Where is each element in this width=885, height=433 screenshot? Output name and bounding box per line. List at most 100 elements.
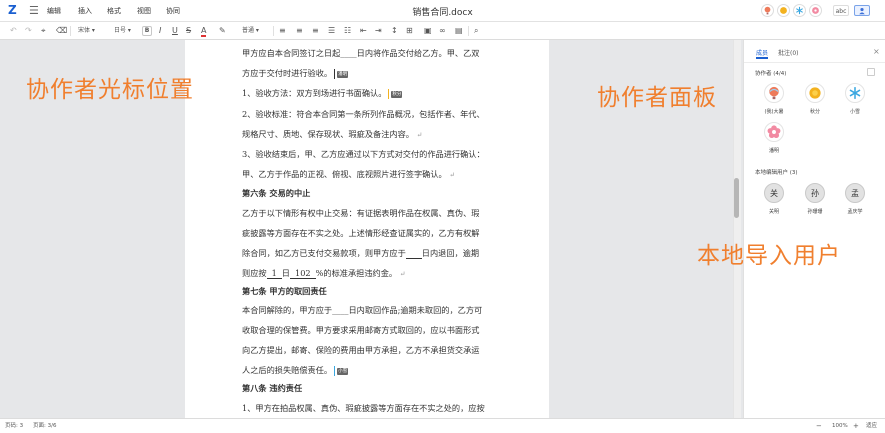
user-icon bbox=[859, 7, 865, 15]
avatar-snowflake[interactable] bbox=[793, 4, 806, 17]
tab-comments[interactable]: 批注(0) bbox=[778, 48, 799, 57]
doc-line: 除合同，如乙方已支付交易款项，则甲方应于 日内退回，逾期 bbox=[242, 247, 479, 259]
doc-line: 1、甲方在拍品权属、真伪、瑕疵披露等方面存在不实之处的，应按 bbox=[242, 402, 485, 414]
toolbar-divider bbox=[70, 26, 71, 36]
paragraph-mark-icon: ↵ bbox=[416, 131, 423, 139]
toolbar-divider bbox=[273, 26, 274, 36]
annotation-local-import-users: 本地导入用户 bbox=[697, 243, 841, 269]
avatar-flower[interactable] bbox=[809, 4, 822, 17]
doc-text: 第七条 甲方的取回责任 bbox=[242, 286, 327, 296]
doc-text: 则应按 bbox=[242, 268, 267, 278]
doc-line: 乙方于以下情形有权中止交易：有证据表明作品在权属、真伪、瑕 bbox=[242, 207, 479, 219]
doc-text: 甲、乙方于作品的正视、俯视、底视照片进行签字确认。 bbox=[242, 169, 447, 179]
font-size-select[interactable]: 日号 ▾ bbox=[114, 26, 131, 36]
local-user-avatar[interactable]: 孙 bbox=[805, 183, 825, 203]
undo-icon[interactable]: ↶ bbox=[10, 25, 17, 37]
collaborator-name: 小雪 bbox=[849, 109, 860, 115]
font-color-icon[interactable]: A bbox=[201, 25, 207, 37]
indent-increase-icon[interactable]: ⇥ bbox=[375, 25, 382, 37]
collaborator-cursor bbox=[334, 366, 336, 376]
user-icon-button[interactable] bbox=[854, 5, 870, 16]
doc-text: 本合同解除的，甲方应于____日内取回作品;逾期未取回的，乙方可 bbox=[242, 305, 483, 315]
doc-text: 人之后的损失赔偿责任。 bbox=[242, 365, 333, 375]
comment-icon[interactable]: ▤ bbox=[455, 25, 463, 37]
menu-edit[interactable]: 编辑 bbox=[47, 6, 61, 16]
doc-line: 甲方应自本合同签订之日起____日内将作品交付给乙方。甲、乙双 bbox=[242, 47, 479, 59]
numbered-list-icon[interactable]: ☷ bbox=[344, 25, 351, 37]
hamburger-menu-icon[interactable]: ☰ bbox=[29, 4, 39, 17]
paragraph-style-value: 普通 bbox=[242, 27, 255, 34]
section-heading: 第八条 违约责任 bbox=[242, 382, 302, 394]
zoom-in-icon[interactable]: + bbox=[853, 422, 859, 430]
doc-line: 本合同解除的，甲方应于____日内取回作品;逾期未取回的，乙方可 bbox=[242, 304, 482, 316]
menu-insert[interactable]: 插入 bbox=[78, 6, 92, 16]
vertical-scrollbar[interactable] bbox=[733, 40, 741, 418]
collaborator-name: (我)大暑 bbox=[764, 109, 784, 115]
collaborator-avatar[interactable] bbox=[805, 83, 825, 103]
image-icon[interactable]: ▣ bbox=[424, 25, 432, 37]
menu-view[interactable]: 视图 bbox=[137, 6, 151, 16]
local-user-avatar[interactable]: 孟 bbox=[845, 183, 865, 203]
collaborator-avatar[interactable] bbox=[764, 83, 784, 103]
align-left-icon[interactable]: ≡ bbox=[279, 25, 286, 37]
collaborator-name: 潘明 bbox=[768, 148, 779, 154]
doc-text: 收取合理的保管费。甲方要求采用邮寄方式取回的，应以书面形式 bbox=[242, 325, 480, 335]
font-family-select[interactable]: 宋体 ▾ bbox=[78, 26, 95, 36]
local-user-name: 关明 bbox=[768, 209, 779, 215]
bullet-list-icon[interactable]: ☰ bbox=[328, 25, 335, 37]
line-spacing-icon[interactable]: ↕ bbox=[391, 25, 398, 37]
underline-button[interactable]: U bbox=[172, 25, 178, 37]
redo-icon[interactable]: ↷ bbox=[25, 25, 32, 37]
menu-format[interactable]: 格式 bbox=[107, 6, 121, 16]
document-page[interactable]: 甲方应自本合同签订之日起____日内将作品交付给乙方。甲、乙双 方应于交付时进行… bbox=[185, 40, 549, 418]
align-justify-icon[interactable]: ≡ bbox=[312, 25, 319, 37]
link-icon[interactable]: ∞ bbox=[439, 25, 446, 37]
doc-text: %的标准承担违约金。 bbox=[315, 268, 398, 278]
close-icon[interactable]: × bbox=[873, 47, 880, 56]
collaborators-heading: 协作者 (4/4) bbox=[755, 71, 787, 77]
doc-text: 日 bbox=[281, 268, 290, 278]
format-painter-icon[interactable]: ⌖ bbox=[41, 25, 46, 37]
snowflake-icon bbox=[796, 6, 803, 15]
clear-format-icon[interactable]: ⌫ bbox=[56, 25, 67, 37]
tab-members[interactable]: 成员 bbox=[756, 48, 768, 57]
doc-line: 方应于交付时进行验收。 潘明 bbox=[242, 67, 349, 79]
font-family-value: 宋体 bbox=[78, 27, 91, 34]
collaborator-cursor bbox=[388, 89, 390, 99]
collaborator-avatar[interactable] bbox=[764, 122, 784, 142]
avatar-hot-air-balloon[interactable] bbox=[761, 4, 774, 17]
zoom-out-icon[interactable]: − bbox=[816, 422, 822, 430]
zoom-level[interactable]: 100% bbox=[832, 422, 848, 430]
italic-button[interactable]: I bbox=[159, 25, 161, 37]
indent-decrease-icon[interactable]: ⇤ bbox=[360, 25, 367, 37]
paragraph-style-select[interactable]: 普通 ▾ bbox=[242, 26, 259, 36]
collaborator-avatar[interactable] bbox=[845, 83, 865, 103]
local-user-avatar[interactable]: 关 bbox=[764, 183, 784, 203]
panel-divider bbox=[744, 62, 885, 63]
collaborator-name: 秋分 bbox=[809, 109, 820, 115]
fit-width-button[interactable]: 适应 bbox=[866, 422, 877, 430]
doc-line: 1、验收方法：双方到场进行书面确认。 秋分 bbox=[242, 87, 403, 99]
app-logo: Z bbox=[8, 3, 17, 17]
table-icon[interactable]: ⊞ bbox=[406, 25, 413, 37]
expand-icon[interactable] bbox=[867, 68, 875, 76]
bold-button[interactable]: B bbox=[142, 26, 152, 36]
local-user-name: 孙珊珊 bbox=[807, 209, 823, 215]
collaborator-cursor bbox=[334, 69, 336, 79]
doc-line: 人之后的损失赔偿责任。 小雪 bbox=[242, 364, 349, 376]
flower-icon bbox=[767, 125, 781, 139]
doc-line: 疵披露等方面存在不实之处。上述情形经查证属实的，乙方有权解 bbox=[242, 227, 479, 239]
strikethrough-button[interactable]: S bbox=[186, 25, 191, 37]
doc-text: 2、验收标准：符合本合同第一条所列作品概况，包括作者、年代、 bbox=[242, 109, 485, 119]
highlight-icon[interactable]: ✎ bbox=[219, 25, 226, 37]
scrollbar-thumb[interactable] bbox=[734, 178, 739, 218]
menu-collaborate[interactable]: 协同 bbox=[166, 6, 180, 16]
avatar-sun[interactable] bbox=[777, 4, 790, 17]
search-icon[interactable]: ⌕ bbox=[474, 25, 478, 37]
status-bar: 页码: 3 页面: 3/6 − 100% + 适应 bbox=[0, 418, 885, 433]
doc-text: 疵披露等方面存在不实之处。上述情形经查证属实的，乙方有权解 bbox=[242, 228, 480, 238]
text-button[interactable]: abc bbox=[833, 5, 849, 16]
doc-text: 向乙方提出，邮寄、保险的费用由甲方承担，乙方不承担货交承运 bbox=[242, 345, 480, 355]
align-center-icon[interactable]: ≡ bbox=[296, 25, 303, 37]
formatting-toolbar: ↶ ↷ ⌖ ⌫ 宋体 ▾ 日号 ▾ B I U S A ✎ 普通 ▾ ≡ ≡ ≡… bbox=[0, 22, 885, 40]
